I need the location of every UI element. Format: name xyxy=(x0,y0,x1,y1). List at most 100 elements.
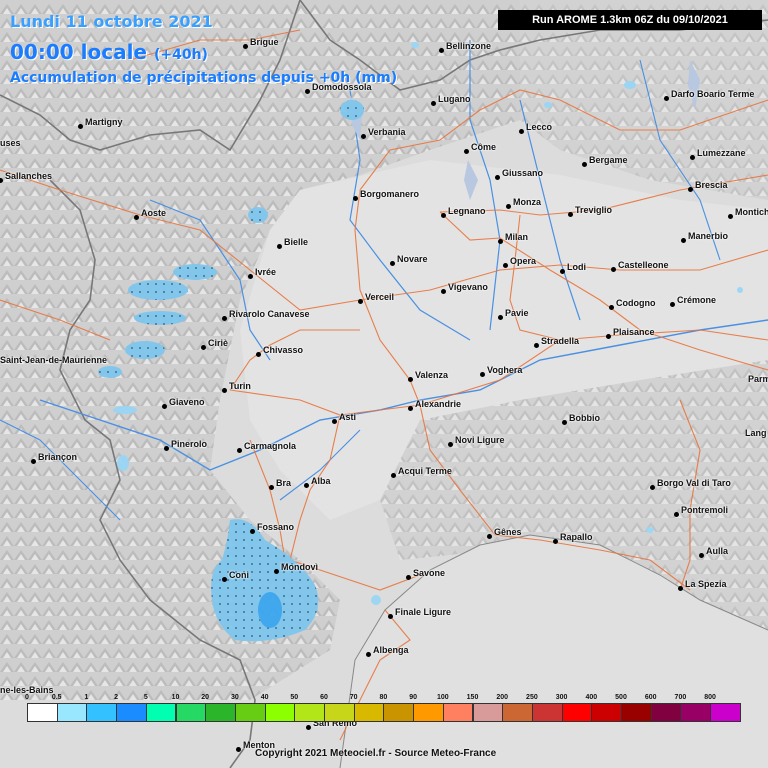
legend-color-swatch xyxy=(442,703,474,722)
city-label: Bra xyxy=(276,478,292,488)
city-label: Pinerolo xyxy=(171,439,208,449)
city-marker xyxy=(134,215,139,220)
legend-color-swatch xyxy=(383,703,415,722)
city-marker xyxy=(274,569,279,574)
legend-color-swatch xyxy=(502,703,533,722)
city-marker xyxy=(650,485,655,490)
city-label: Lecco xyxy=(526,122,553,132)
city-label: Martigny xyxy=(85,117,123,127)
legend-tick-label: 800 xyxy=(704,694,716,701)
city-marker xyxy=(256,352,261,357)
city-marker xyxy=(250,529,255,534)
city-label: Asti xyxy=(339,412,357,422)
city-marker xyxy=(269,485,274,490)
city-label: Castelleone xyxy=(618,260,669,270)
legend-tick-label: 10 xyxy=(171,694,180,701)
city-label: Ivrée xyxy=(255,267,277,277)
city-label: Aoste xyxy=(141,208,167,218)
city-label: Bobbio xyxy=(569,413,600,423)
legend-tick-label: 20 xyxy=(201,694,210,701)
city-marker xyxy=(237,448,242,453)
city-marker xyxy=(304,483,309,488)
city-label: Aulla xyxy=(706,546,729,556)
city-label: Borgo Val di Taro xyxy=(657,478,731,488)
legend-tick-label: 150 xyxy=(466,694,479,701)
city-marker xyxy=(464,149,469,154)
city-marker xyxy=(236,747,241,752)
city-label: Alba xyxy=(311,476,331,486)
city-label: Brescia xyxy=(695,180,728,190)
city-label: Lugano xyxy=(438,94,471,104)
city-marker xyxy=(439,48,444,53)
city-marker xyxy=(582,162,587,167)
city-label: Lodi xyxy=(567,262,586,272)
legend-tick-label: 600 xyxy=(644,694,657,701)
city-marker xyxy=(674,512,679,517)
city-marker xyxy=(441,213,446,218)
city-label: Bergame xyxy=(589,155,628,165)
city-marker xyxy=(699,553,704,558)
edge-city-label: uses xyxy=(0,138,21,148)
city-marker xyxy=(353,196,358,201)
city-marker xyxy=(222,577,227,582)
city-marker xyxy=(562,420,567,425)
legend-tick-label: 2 xyxy=(114,694,119,701)
city-marker xyxy=(681,238,686,243)
city-label: Crémone xyxy=(677,295,717,305)
edge-city-label: Parm xyxy=(748,374,768,384)
city-label: Verbania xyxy=(368,127,406,137)
city-marker xyxy=(390,261,395,266)
legend-color-swatch xyxy=(561,703,593,722)
legend-tick-label: 0.5 xyxy=(51,694,62,701)
legend-tick-label: 400 xyxy=(585,694,598,701)
city-marker xyxy=(609,305,614,310)
edge-city-label: Saint-Jean-de-Maurienne xyxy=(0,355,108,365)
legend-tick-label: 40 xyxy=(260,694,269,701)
legend-color-swatch xyxy=(650,703,682,722)
legend-color-swatch xyxy=(175,703,207,722)
run-info-badge: Run AROME 1.3km 06Z du 09/10/2021 xyxy=(498,10,762,30)
city-marker xyxy=(611,267,616,272)
legend-color-swatch xyxy=(621,703,652,722)
city-marker xyxy=(606,334,611,339)
city-marker xyxy=(361,134,366,139)
city-marker xyxy=(560,269,565,274)
city-label: Pavie xyxy=(505,308,529,318)
copyright-notice: Copyright 2021 Meteociel.fr - Source Met… xyxy=(255,748,497,759)
city-marker xyxy=(534,343,539,348)
legend-color-swatch xyxy=(710,703,741,722)
legend-color-swatch xyxy=(27,703,58,722)
city-label: Domodossola xyxy=(312,82,372,92)
city-label: Novare xyxy=(397,254,428,264)
city-label: Bielle xyxy=(284,237,309,247)
city-marker xyxy=(568,212,573,217)
legend-color-swatch xyxy=(294,703,325,722)
city-label: Turin xyxy=(229,381,251,391)
city-label: Valenza xyxy=(415,370,449,380)
legend-tick-label: 200 xyxy=(496,694,509,701)
legend-color-swatch xyxy=(264,703,296,722)
city-label: Voghera xyxy=(487,365,523,375)
city-label: Montichiari xyxy=(735,207,768,217)
city-marker xyxy=(506,204,511,209)
city-label: Acqui Terme xyxy=(398,466,452,476)
city-label: Savone xyxy=(413,568,446,578)
legend-tick-label: 50 xyxy=(290,694,299,701)
legend-tick-label: 60 xyxy=(320,694,328,701)
city-label: Carmagnola xyxy=(244,441,297,451)
city-marker xyxy=(448,442,453,447)
city-marker xyxy=(78,124,83,129)
city-label: Rivarolo Canavese xyxy=(229,309,310,319)
legend-color-swatch xyxy=(680,703,712,722)
city-label: Alexandrie xyxy=(415,399,462,409)
legend-color-swatch xyxy=(116,703,147,722)
city-marker xyxy=(162,404,167,409)
city-label: Giaveno xyxy=(169,397,205,407)
city-label: Coni xyxy=(229,570,249,580)
city-marker xyxy=(503,263,508,268)
city-marker xyxy=(498,315,503,320)
precipitation-map: Lundi 11 octobre 2021 00:00 locale (+40h… xyxy=(0,0,768,768)
city-label: Treviglio xyxy=(575,205,613,215)
legend-color-swatch xyxy=(353,703,385,722)
city-label: Sallanches xyxy=(5,171,53,181)
